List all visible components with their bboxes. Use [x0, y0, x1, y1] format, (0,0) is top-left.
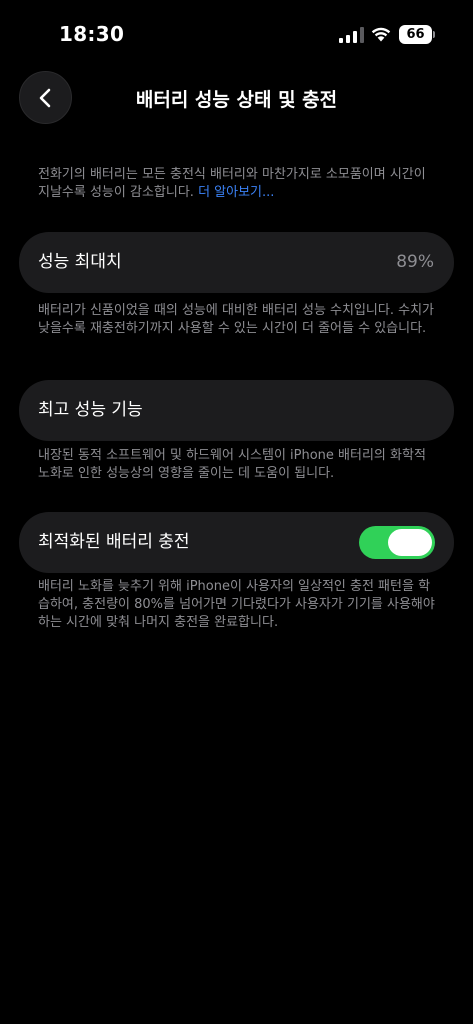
optimized-charging-label: 최적화된 배터리 충전	[38, 532, 190, 552]
battery-level: 66	[406, 27, 425, 42]
max-capacity-description: 배터리가 신품이었을 때의 성능에 대비한 배터리 성능 수치입니다. 수치가 …	[38, 303, 434, 336]
peak-performance-description: 내장된 동적 소프트웨어 및 하드웨어 시스템이 iPhone 배터리의 화학적…	[38, 448, 426, 481]
max-capacity-value: 89%	[396, 252, 434, 272]
optimized-charging-description: 배터리 노화를 늦추기 위해 iPhone이 사용자의 일상적인 충전 패턴을 …	[38, 579, 435, 630]
page-title: 배터리 성능 상태 및 충전	[135, 89, 338, 111]
max-capacity-cell: 성능 최대치 89%	[19, 232, 454, 293]
wifi-icon	[371, 27, 391, 42]
peak-performance-label: 최고 성능 기능	[38, 400, 143, 420]
battery-tip	[433, 31, 435, 38]
optimized-charging-toggle[interactable]	[359, 526, 435, 559]
signal-icon	[339, 27, 364, 43]
peak-performance-cell[interactable]: 최고 성능 기능	[19, 380, 454, 441]
max-capacity-label: 성능 최대치	[38, 252, 122, 272]
intro-text: 전화기의 배터리는 모든 충전식 배터리와 마찬가지로 소모품이며 시간이 지날…	[38, 166, 438, 202]
learn-more-link[interactable]: 더 알아보기...	[198, 185, 274, 200]
battery-icon: 66	[399, 25, 435, 44]
optimized-charging-cell: 최적화된 배터리 충전	[19, 512, 454, 573]
chevron-left-icon	[39, 88, 50, 107]
status-time: 18:30	[59, 22, 125, 46]
back-button[interactable]	[19, 71, 72, 124]
battery-health-screen: 18:30 66 배터리 성능 상태 및 충전 전화기의 배터리는 모든 충전식…	[0, 0, 473, 1024]
status-bar: 18:30 66	[0, 0, 473, 64]
toggle-knob	[388, 529, 432, 556]
